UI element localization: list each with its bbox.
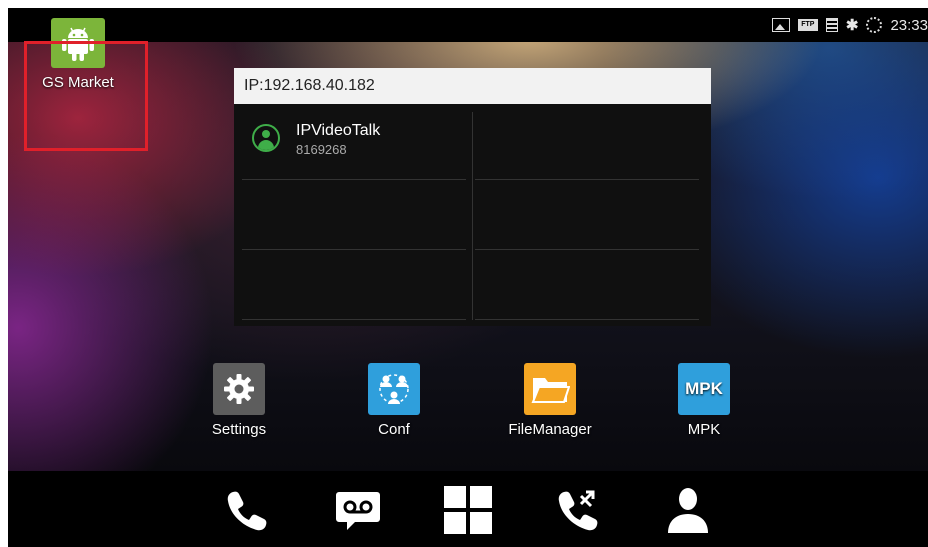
conference-icon — [368, 363, 420, 415]
ftp-icon: FTP — [797, 19, 818, 31]
settings-app[interactable]: Settings — [184, 363, 294, 438]
mpk-app[interactable]: MPK MPK — [649, 363, 759, 438]
mpk-label: MPK — [687, 421, 721, 438]
contact-slot-ipvideotalk[interactable]: IPVideoTalk 8169268 — [242, 112, 470, 180]
folder-icon — [524, 363, 576, 415]
settings-label: Settings — [211, 421, 267, 438]
contact-number: 8169268 — [296, 142, 347, 157]
contact-slot-empty[interactable] — [242, 182, 470, 250]
mpk-icon: MPK — [678, 363, 730, 415]
image-icon — [771, 18, 790, 32]
contact-grid: IPVideoTalk 8169268 — [242, 112, 703, 320]
sync-icon — [866, 17, 883, 33]
calendar-icon — [825, 18, 838, 32]
conf-app[interactable]: Conf — [339, 363, 449, 438]
home-screen: FTP ✱ 23:33 GS Market IP:192.168.40.182 … — [8, 8, 928, 547]
conf-label: Conf — [378, 421, 410, 438]
call-forward-icon[interactable] — [552, 485, 604, 535]
contact-slot-empty[interactable] — [475, 252, 703, 320]
filemanager-label: FileManager — [508, 421, 592, 438]
voicemail-icon[interactable] — [332, 485, 384, 535]
ip-address-label: IP:192.168.40.182 — [234, 68, 711, 104]
status-bar: FTP ✱ 23:33 — [8, 8, 928, 42]
highlight-box — [24, 41, 148, 151]
contact-slot-empty[interactable] — [475, 112, 703, 180]
gear-icon — [213, 363, 265, 415]
contact-slot-empty[interactable] — [242, 252, 470, 320]
filemanager-app[interactable]: FileManager — [495, 363, 605, 438]
status-clock: 23:33 — [890, 16, 928, 34]
bottom-navigation-bar — [8, 471, 928, 547]
grid-divider — [472, 112, 473, 320]
contacts-icon[interactable] — [662, 485, 714, 535]
contact-avatar-icon — [252, 124, 280, 152]
contacts-widget: IP:192.168.40.182 IPVideoTalk 8169268 — [234, 68, 711, 326]
contact-slot-empty[interactable] — [475, 182, 703, 250]
apps-grid-icon[interactable] — [442, 485, 494, 535]
bluetooth-icon: ✱ — [845, 17, 859, 34]
phone-icon[interactable] — [220, 485, 272, 535]
contact-name: IPVideoTalk — [296, 122, 381, 139]
